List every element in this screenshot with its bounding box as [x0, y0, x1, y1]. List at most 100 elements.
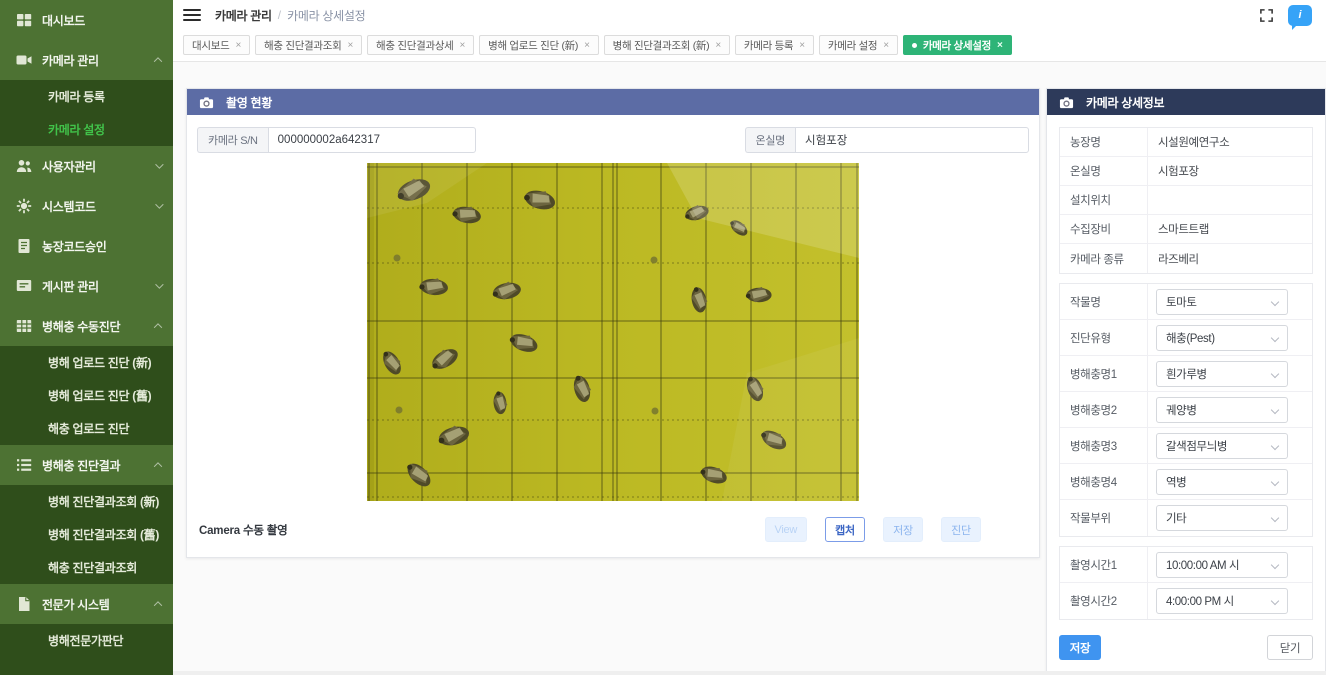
select-value: 10:00:00 AM 시 — [1166, 557, 1239, 573]
sidebar-item-disease-diag-result-old[interactable]: 병해 진단결과조회 (舊) — [0, 518, 173, 551]
sidebar-item-label: 병해 진단결과조회 (新) — [48, 493, 159, 510]
tab-pest-diag-result[interactable]: 해충 진단결과조회 × — [255, 35, 362, 55]
detail-row: 수집장비스마트트랩 — [1060, 215, 1312, 244]
tab-pest-diag-detail[interactable]: 해충 진단결과상세× — [367, 35, 474, 55]
select-병해충명4[interactable]: 역병 — [1156, 469, 1288, 495]
board-icon — [16, 278, 32, 294]
chevron-down-icon — [1271, 441, 1279, 449]
detail-row-cell: 갈색점무늬병 — [1148, 433, 1296, 459]
save-button[interactable]: 저장 — [1059, 635, 1101, 660]
select-value: 4:00:00 PM 시 — [1166, 593, 1234, 609]
diagnosis-settings-table: 작물명토마토진단유형해충(Pest)병해충명1흰가루병병해충명2궤양병병해충명3… — [1059, 283, 1313, 537]
select-촬영시간1[interactable]: 10:00:00 AM 시 — [1156, 552, 1288, 578]
close-button[interactable]: 닫기 — [1267, 635, 1313, 660]
sidebar-item-board-mgmt[interactable]: 게시판 관리 — [0, 266, 173, 306]
select-작물부위[interactable]: 기타 — [1156, 505, 1288, 531]
tab-close-icon[interactable]: × — [997, 40, 1003, 51]
detail-row: 카메라 종류라즈베리 — [1060, 244, 1312, 273]
camera-sn-field: 카메라 S/N — [197, 127, 476, 153]
tab-camera-detail-settings[interactable]: 카메라 상세설정× — [903, 35, 1012, 55]
detail-row-label: 병해충명2 — [1060, 392, 1148, 427]
sidebar-item-label: 시스템코드 — [42, 198, 96, 215]
select-value: 역병 — [1166, 474, 1186, 490]
sidebar-submenu: 병해 진단결과조회 (新) 병해 진단결과조회 (舊)해충 진단결과조회 — [0, 485, 173, 584]
tab-dashboard[interactable]: 대시보드 × — [183, 35, 250, 55]
select-병해충명1[interactable]: 흰가루병 — [1156, 361, 1288, 387]
select-병해충명2[interactable]: 궤양병 — [1156, 397, 1288, 423]
capture-panel-title: 촬영 현황 — [226, 94, 272, 111]
sidebar-item-pest-diag-result-view[interactable]: 해충 진단결과조회 — [0, 551, 173, 584]
select-value: 갈색점무늬병 — [1166, 438, 1227, 454]
capture-button[interactable]: 캡처 — [825, 517, 865, 542]
sidebar-item-disease-diag-result-new[interactable]: 병해 진단결과조회 (新) — [0, 485, 173, 518]
message-info-icon[interactable]: i — [1288, 5, 1312, 26]
tab-close-icon[interactable]: × — [235, 40, 241, 51]
detail-row-value: 라즈베리 — [1148, 251, 1209, 267]
detail-row-cell: 10:00:00 AM 시 — [1148, 552, 1296, 578]
detail-row: 촬영시간2 4:00:00 PM 시 — [1060, 583, 1312, 619]
sidebar-item-disease-upload-diag-new[interactable]: 병해 업로드 진단 (新) — [0, 346, 173, 379]
tab-close-icon[interactable]: × — [715, 40, 721, 51]
list-icon — [16, 457, 32, 473]
tab-camera-register[interactable]: 카메라 등록× — [735, 35, 814, 55]
sidebar-item-farm-code-approval[interactable]: 농장코드승인 — [0, 226, 173, 266]
app-window: 대시보드카메라 관리카메라 등록카메라 설정사용자관리시스템코드농장코드승인게시… — [0, 0, 1326, 675]
detail-row-label: 병해충명4 — [1060, 464, 1148, 499]
sidebar-item-camera-settings[interactable]: 카메라 설정 — [0, 113, 173, 146]
chevron-down-icon — [1271, 405, 1279, 413]
breadcrumb-section[interactable]: 카메라 관리 — [215, 7, 272, 24]
view-button[interactable]: View — [765, 517, 807, 542]
tab-label: 해충 진단결과조회 — [264, 38, 342, 53]
select-병해충명3[interactable]: 갈색점무늬병 — [1156, 433, 1288, 459]
chevron-down-icon — [1271, 514, 1279, 522]
detail-panel-header: 카메라 상세정보 — [1047, 89, 1325, 115]
sidebar-item-label: 카메라 관리 — [42, 52, 99, 69]
tab-close-icon[interactable]: × — [348, 40, 354, 51]
sidebar-item-pest-diag-results[interactable]: 병해충 진단결과 — [0, 445, 173, 485]
select-value: 궤양병 — [1166, 402, 1197, 418]
tab-camera-settings[interactable]: 카메라 설정× — [819, 35, 898, 55]
select-촬영시간2[interactable]: 4:00:00 PM 시 — [1156, 588, 1288, 614]
sidebar-item-dashboard[interactable]: 대시보드 — [0, 0, 173, 40]
save-button[interactable]: 저장 — [883, 517, 923, 542]
chevron-down-icon — [155, 200, 163, 208]
camera-icon — [199, 95, 214, 110]
detail-row-value: 시험포장 — [1148, 163, 1209, 179]
sidebar-item-camera-register[interactable]: 카메라 등록 — [0, 80, 173, 113]
greenhouse-input[interactable] — [795, 127, 1029, 153]
select-value: 흰가루병 — [1166, 366, 1207, 382]
tab-disease-upload-new[interactable]: 병해 업로드 진단 (新)× — [479, 35, 599, 55]
sidebar-item-pest-upload-diag[interactable]: 해충 업로드 진단 — [0, 412, 173, 445]
select-작물명[interactable]: 토마토 — [1156, 289, 1288, 315]
tab-close-icon[interactable]: × — [883, 40, 889, 51]
sidebar-item-disease-upload-diag-old[interactable]: 병해 업로드 진단 (舊) — [0, 379, 173, 412]
detail-row-label: 촬영시간2 — [1060, 583, 1148, 619]
sidebar-item-disease-expert-judgment[interactable]: 병해전문가판단 — [0, 624, 173, 657]
detail-row-label: 병해충명1 — [1060, 356, 1148, 391]
camera-sn-input[interactable] — [268, 127, 476, 153]
sidebar-item-pest-manual-diagnosis[interactable]: 병해충 수동진단 — [0, 306, 173, 346]
select-진단유형[interactable]: 해충(Pest) — [1156, 325, 1288, 351]
sidebar-item-expert-system[interactable]: 전문가 시스템 — [0, 584, 173, 624]
fullscreen-icon[interactable] — [1259, 8, 1274, 23]
detail-row-label: 카메라 종류 — [1060, 244, 1148, 273]
sidebar-item-label: 카메라 설정 — [48, 121, 105, 138]
tab-close-icon[interactable]: × — [460, 40, 466, 51]
diagnose-button[interactable]: 진단 — [941, 517, 981, 542]
detail-row-label: 작물명 — [1060, 284, 1148, 319]
tab-close-icon[interactable]: × — [584, 40, 590, 51]
sidebar-item-system-code[interactable]: 시스템코드 — [0, 186, 173, 226]
detail-row: 진단유형해충(Pest) — [1060, 320, 1312, 356]
detail-actions: 저장 닫기 — [1059, 635, 1313, 660]
tab-close-icon[interactable]: × — [799, 40, 805, 51]
tab-label: 대시보드 — [192, 38, 229, 53]
chevron-down-icon — [155, 160, 163, 168]
sidebar-submenu: 카메라 등록카메라 설정 — [0, 80, 173, 146]
tab-disease-diag-result-new[interactable]: 병해 진단결과조회 (新)× — [604, 35, 730, 55]
sidebar-submenu: 병해전문가판단 — [0, 624, 173, 675]
hamburger-menu-icon[interactable] — [183, 9, 201, 22]
sidebar-item-user-mgmt[interactable]: 사용자관리 — [0, 146, 173, 186]
sidebar-item-label: 카메라 등록 — [48, 88, 105, 105]
sidebar-item-camera-mgmt[interactable]: 카메라 관리 — [0, 40, 173, 80]
chevron-up-icon — [154, 57, 162, 65]
